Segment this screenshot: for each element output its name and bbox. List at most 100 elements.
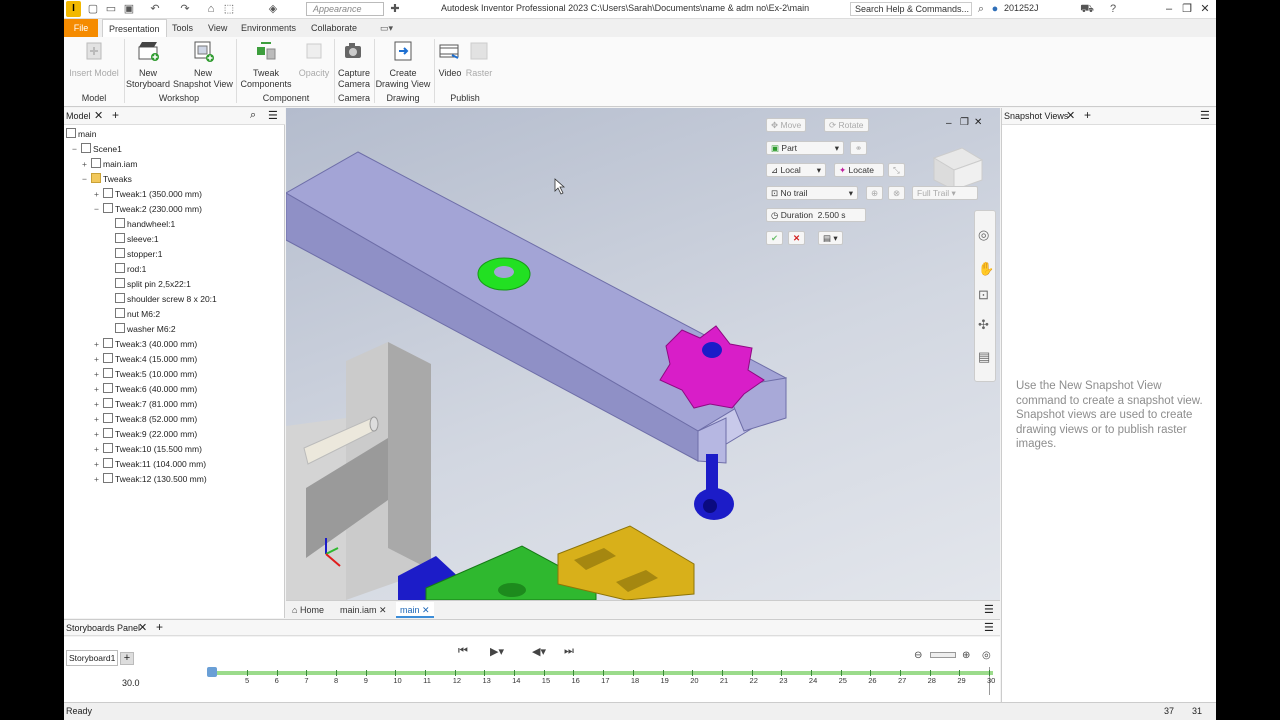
expand-icon[interactable]: + [92, 187, 101, 202]
close-storyboard-panel-icon[interactable]: ✕ [138, 621, 147, 634]
ribbon-options-icon[interactable]: ▭▾ [374, 19, 399, 37]
tree-item[interactable]: + Tweak:10 (15.500 mm) [92, 442, 202, 457]
opacity-button[interactable]: Opacity [294, 39, 334, 79]
add-panel-icon[interactable]: + [1084, 108, 1091, 122]
play-icon[interactable]: ▶▾ [490, 645, 504, 658]
tab-view[interactable]: View [202, 19, 233, 37]
new-snapshot-view-button[interactable]: New Snapshot View [172, 39, 234, 90]
expand-icon[interactable]: + [92, 352, 101, 367]
create-drawing-view-button[interactable]: Create Drawing View [374, 39, 432, 90]
add-icon[interactable]: ✚ [388, 2, 402, 16]
zoom-slider[interactable] [930, 652, 956, 658]
restore-toolbar-icon[interactable]: ❐ [960, 117, 969, 128]
tree-item[interactable]: + Tweak:4 (15.000 mm) [92, 352, 197, 367]
minimize-toolbar-icon[interactable]: – [946, 118, 952, 129]
tree-item[interactable]: + Tweak:12 (130.500 mm) [92, 472, 207, 487]
tab-presentation[interactable]: Presentation [102, 19, 167, 37]
collapse-icon[interactable]: − [70, 142, 79, 157]
delete-trail-button[interactable]: ⊗ [888, 186, 906, 200]
go-to-end-icon[interactable]: ⏭ [564, 645, 574, 658]
appearance-dropdown[interactable]: Appearance [306, 2, 384, 16]
search-icon[interactable]: ⌕ [250, 109, 256, 122]
minimize-button[interactable]: – [1160, 1, 1178, 17]
tab-environments[interactable]: Environments [235, 19, 302, 37]
options-button[interactable]: ▤ ▾ [818, 231, 843, 245]
home-icon[interactable]: ⌂ [204, 2, 218, 16]
undo-icon[interactable]: ↶ [148, 2, 162, 16]
graphics-viewport[interactable]: ✥ Move ⟳ Rotate – ❐ ✕ ▣ Part ▾ ⚭ ⊿ Local ▾… [286, 108, 1000, 600]
duration-field[interactable]: ◷ Duration 2.500 s [766, 208, 866, 222]
update-icon[interactable]: ◈ [266, 2, 280, 16]
help-icon[interactable]: ? [1106, 2, 1120, 16]
tree-item[interactable]: + main.iam [80, 157, 137, 172]
help-search-input[interactable]: Search Help & Commands... [850, 2, 972, 16]
zoom-out-icon[interactable]: ⊖ [914, 650, 922, 661]
close-icon[interactable]: ✕ [422, 605, 430, 615]
raster-button[interactable]: Raster [464, 39, 494, 79]
expand-icon[interactable]: + [92, 412, 101, 427]
look-at-icon[interactable]: ▤ [978, 349, 990, 365]
new-file-icon[interactable]: ▢ [86, 2, 100, 16]
collapse-icon[interactable]: − [92, 202, 101, 217]
world-align-button[interactable]: ⤡ [888, 163, 905, 177]
expand-icon[interactable]: + [92, 382, 101, 397]
ok-button[interactable]: ✔ [766, 231, 784, 245]
menu-icon[interactable]: ☰ [984, 603, 994, 616]
expand-icon[interactable]: + [80, 157, 89, 172]
tab-main[interactable]: main ✕ [396, 602, 434, 618]
cancel-button[interactable]: ✕ [788, 231, 806, 245]
play-reverse-icon[interactable]: ◀▾ [532, 645, 546, 658]
open-file-icon[interactable]: ▭ [104, 2, 118, 16]
storyboard1-tab[interactable]: Storyboard1 [66, 650, 119, 666]
storyboards-panel-tab[interactable]: Storyboards Panel [66, 623, 140, 633]
tab-file[interactable]: File [64, 19, 98, 37]
add-panel-icon[interactable]: + [156, 620, 163, 634]
select-icon[interactable]: ⬚ [222, 2, 236, 16]
tab-tools[interactable]: Tools [166, 19, 199, 37]
tree-item[interactable]: + Tweak:7 (81.000 mm) [92, 397, 197, 412]
move-button[interactable]: ✥ Move [766, 118, 807, 132]
tab-main-iam[interactable]: main.iam ✕ [336, 602, 391, 618]
video-button[interactable]: Video [436, 39, 464, 79]
locate-button[interactable]: ✦ Locate [834, 163, 884, 177]
redo-icon[interactable]: ↷ [178, 2, 192, 16]
close-toolbar-icon[interactable]: ✕ [974, 117, 982, 128]
full-trail-dropdown[interactable]: Full Trail ▾ [912, 186, 978, 200]
tweak-components-button[interactable]: Tweak Components [238, 39, 294, 90]
expand-icon[interactable]: + [92, 472, 101, 487]
pan-icon[interactable]: ✋ [978, 261, 994, 277]
tree-item[interactable]: nut M6:2 [104, 307, 160, 322]
tree-item[interactable]: + Tweak:9 (22.000 mm) [92, 427, 197, 442]
tree-item[interactable]: washer M6:2 [104, 322, 176, 337]
steering-wheel-icon[interactable]: ◎ [978, 227, 989, 243]
collapse-icon[interactable]: − [80, 172, 89, 187]
timeline[interactable]: 5 6 7 8 9 10 11 12 13 14 15 16 17 18 19 20 21 22 23 24 25 26 2… [207, 667, 995, 697]
tree-item[interactable]: − Scene1 [70, 142, 122, 157]
close-button[interactable]: ✕ [1196, 1, 1214, 17]
insert-model-button[interactable]: Insert Model [66, 39, 122, 79]
add-storyboard-button[interactable]: + [120, 652, 134, 665]
tree-item[interactable]: handwheel:1 [104, 217, 175, 232]
local-dropdown[interactable]: ⊿ Local ▾ [766, 163, 826, 177]
expand-icon[interactable]: + [92, 337, 101, 352]
rotate-button[interactable]: ⟳ Rotate [824, 118, 869, 132]
tree-item[interactable]: + Tweak:8 (52.000 mm) [92, 412, 197, 427]
timeline-start-marker[interactable] [207, 667, 217, 677]
capture-camera-button[interactable]: Capture Camera [334, 39, 374, 90]
tree-item[interactable]: + Tweak:3 (40.000 mm) [92, 337, 197, 352]
expand-icon[interactable]: + [92, 427, 101, 442]
expand-icon[interactable]: + [92, 457, 101, 472]
zoom-in-icon[interactable]: ⊕ [962, 650, 970, 661]
trail-dropdown[interactable]: ⊡ No trail ▾ [766, 186, 858, 200]
tree-item[interactable]: sleeve:1 [104, 232, 159, 247]
menu-icon[interactable]: ☰ [984, 621, 994, 634]
tree-item[interactable]: stopper:1 [104, 247, 162, 262]
close-model-tab-icon[interactable]: ✕ [94, 109, 103, 122]
close-snapshot-tab-icon[interactable]: ✕ [1066, 109, 1075, 122]
tree-item[interactable]: − Tweak:2 (230.000 mm) [92, 202, 202, 217]
tab-home[interactable]: ⌂ Home [288, 602, 328, 618]
link-button[interactable]: ⚭ [850, 141, 868, 155]
tree-item[interactable]: + Tweak:5 (10.000 mm) [92, 367, 197, 382]
user-name[interactable]: 201252J [1004, 3, 1039, 13]
tree-item[interactable]: main [66, 127, 96, 142]
